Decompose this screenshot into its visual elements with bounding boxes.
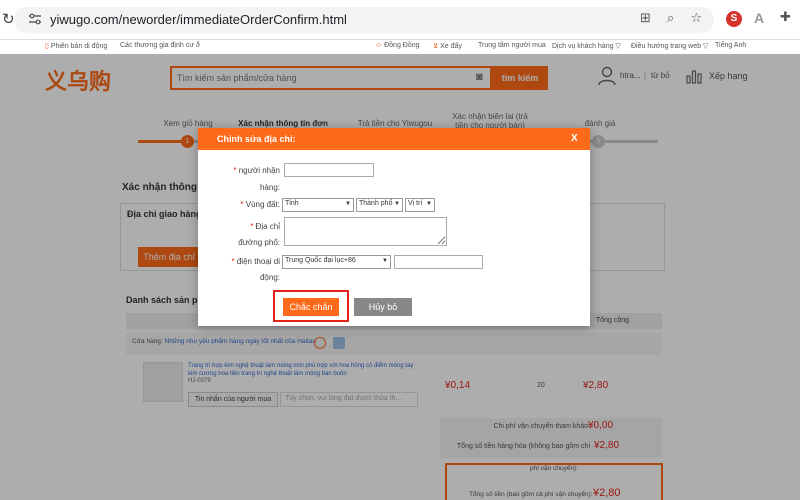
zoom-icon[interactable]: ⌕ [667,11,674,26]
bookmark-star-icon[interactable]: ☆ [690,11,702,26]
modal-header: Chỉnh sửa địa chỉ: X [198,128,590,150]
edit-address-modal: Chỉnh sửa địa chỉ: X * người nhận hàng: … [198,128,590,326]
extensions-puzzle-icon[interactable]: ✚ [780,10,791,25]
site-top-bar: ▯ Phiên bản di động Các thương gia định … [0,40,800,54]
cart-link[interactable]: ⊻ Xe đẩy [433,42,462,50]
recipient-label: * người nhận [233,166,280,175]
cart-icon: ⊻ [433,43,439,50]
chevron-down-icon: ▼ [345,201,351,207]
street-address-input[interactable] [284,217,447,246]
site-info-icon[interactable] [28,13,42,25]
extension-a-icon[interactable]: A [754,10,764,26]
phone-input[interactable] [394,255,483,269]
url-tools: ⊞ ⌕ ☆ [640,11,714,26]
confirm-button[interactable]: Chắc chắn [283,298,339,316]
translate-icon[interactable]: ⊞ [640,11,651,26]
close-icon[interactable]: X [571,133,578,144]
chevron-down-icon: ▼ [394,201,400,207]
reload-icon[interactable]: ↻ [2,10,15,28]
merchants-link[interactable]: Các thương gia định cư ð [120,42,200,49]
cancel-button[interactable]: Hủy bỏ [354,298,412,316]
dongdong-link[interactable]: ☺ Đồng Đồng [375,42,420,49]
phone-label-cont: động: [259,273,280,282]
customer-service-link[interactable]: Dịch vụ khách hàng ▽ [552,42,621,50]
province-select[interactable]: Tỉnh ▼ [282,198,354,212]
site-nav-link[interactable]: Điều hướng trang web ▽ [631,42,708,50]
recipient-input[interactable] [284,163,374,177]
extension-s-icon[interactable]: S [726,11,742,27]
language-link[interactable]: Tiếng Anh [715,42,746,49]
street-label-cont: đường phố: [238,238,280,247]
browser-toolbar: ↻ yiwugo.com/neworder/immediateOrderConf… [0,0,800,40]
region-label: * Vùng đất: [240,200,280,209]
recipient-label-cont: hàng: [259,183,280,192]
phone-country-select[interactable]: Trung Quốc đại lục+86 ▼ [282,255,391,269]
buyer-center-link[interactable]: Trung tâm người mua [478,42,546,49]
modal-title: Chỉnh sửa địa chỉ: [217,134,296,144]
chat-icon: ☺ [375,42,383,49]
mobile-version-link[interactable]: ▯ Phiên bản di động [45,42,107,50]
phone-icon: ▯ [45,43,49,50]
url-text[interactable]: yiwugo.com/neworder/immediateOrderConfir… [50,12,347,27]
chevron-down-icon: ▼ [426,201,432,207]
district-select[interactable]: Vị trí ▼ [405,198,435,212]
chevron-down-icon: ▼ [382,258,388,264]
city-select[interactable]: Thành phố ▼ [356,198,403,212]
